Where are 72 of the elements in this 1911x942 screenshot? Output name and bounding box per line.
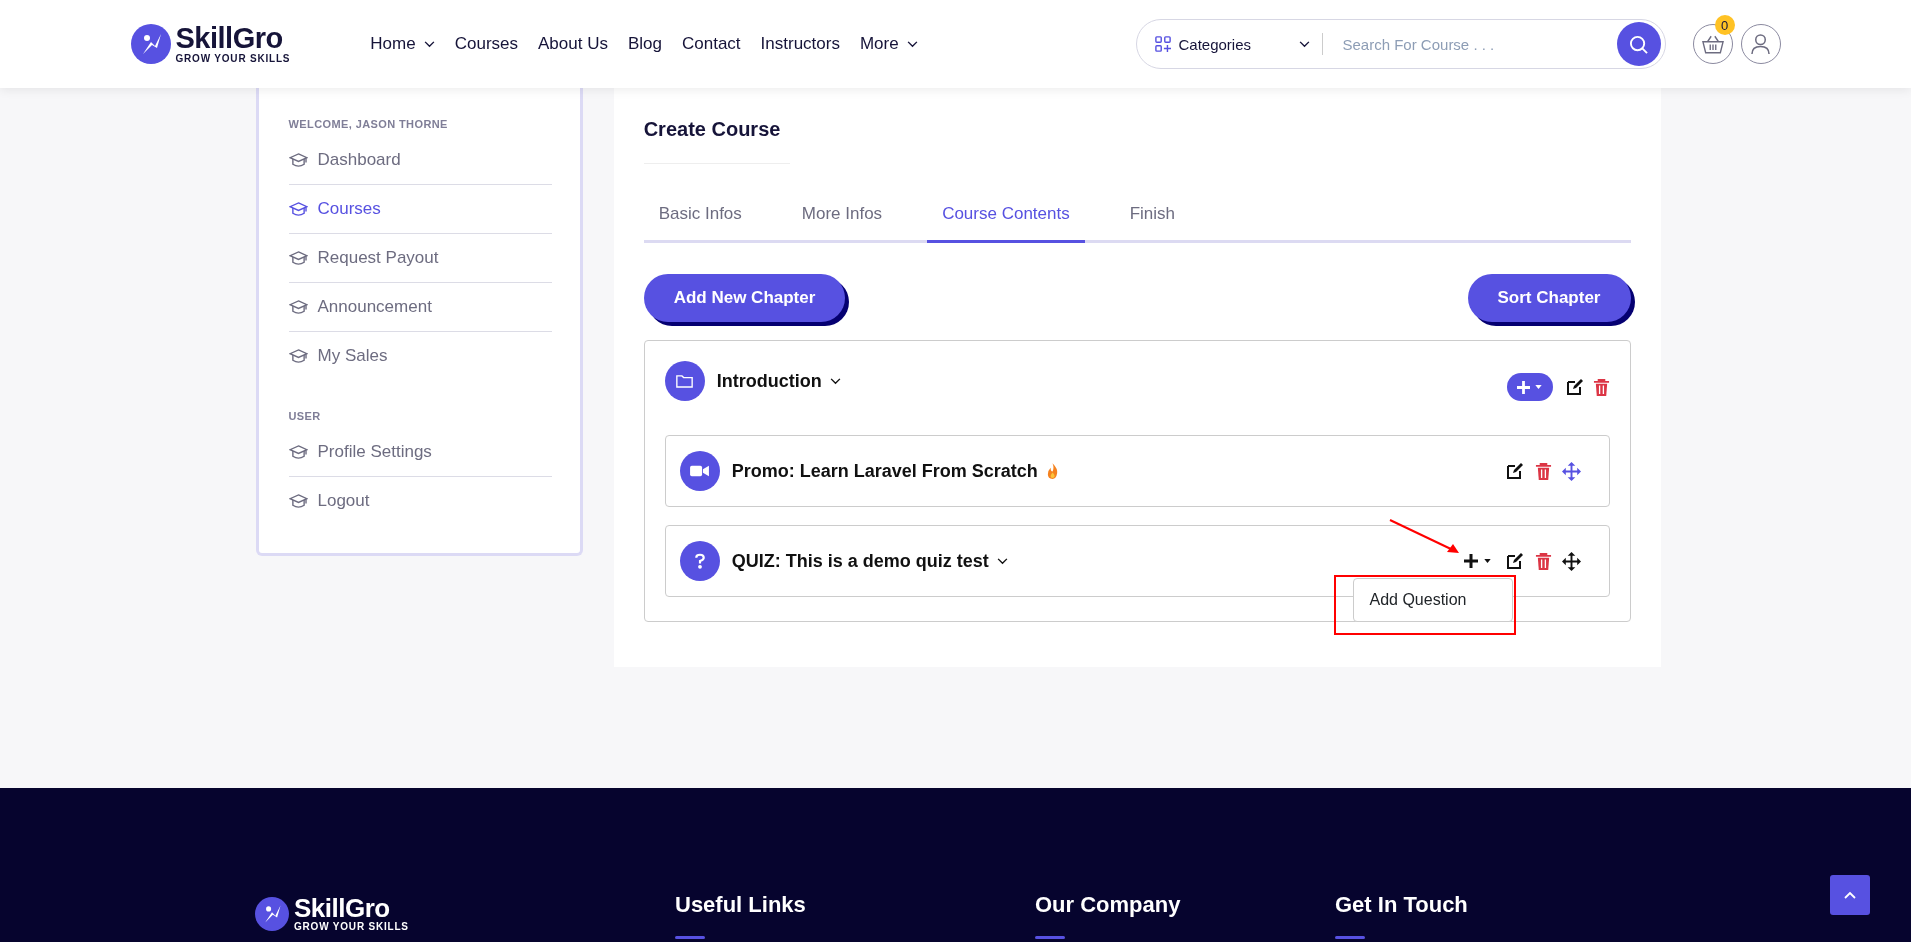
trash-icon[interactable] bbox=[1534, 551, 1552, 571]
caret-icon bbox=[1535, 385, 1542, 389]
basket-icon bbox=[1701, 34, 1724, 54]
lesson-title[interactable]: QUIZ: This is a demo quiz test bbox=[731, 550, 989, 572]
edit-icon[interactable] bbox=[1504, 461, 1525, 481]
edit-icon[interactable] bbox=[1564, 377, 1585, 397]
add-dropdown-button[interactable] bbox=[1463, 554, 1491, 568]
chevron-down-icon bbox=[829, 377, 841, 385]
video-icon bbox=[679, 451, 720, 491]
move-icon[interactable] bbox=[1561, 551, 1581, 571]
folder-icon bbox=[664, 361, 705, 401]
plus-icon bbox=[1517, 380, 1530, 394]
search-button[interactable] bbox=[1616, 22, 1661, 66]
nav-link[interactable]: Blog bbox=[627, 34, 662, 54]
logo-name: SkillGro bbox=[175, 24, 284, 53]
sidebar-heading: USER bbox=[288, 410, 322, 422]
chevron-down-icon bbox=[996, 557, 1008, 565]
graduation-cap-icon bbox=[288, 152, 308, 168]
sidebar-heading: WELCOME, JASON THORNE bbox=[288, 118, 449, 130]
question-icon bbox=[679, 541, 720, 581]
grid-icon bbox=[1154, 36, 1171, 52]
sidebar-item[interactable]: Dashboard bbox=[288, 136, 552, 185]
logo-icon bbox=[255, 896, 289, 931]
user-button[interactable] bbox=[1740, 24, 1781, 64]
chevron-down-icon bbox=[906, 40, 918, 48]
tab[interactable]: Finish bbox=[1114, 194, 1191, 243]
tab[interactable]: Course Contents bbox=[927, 194, 1085, 243]
nav-link[interactable]: Courses bbox=[454, 34, 518, 54]
graduation-cap-icon bbox=[288, 201, 308, 217]
logo-tagline: GROW YOUR SKILLS bbox=[175, 54, 291, 64]
tab[interactable]: Basic Infos bbox=[643, 194, 757, 243]
graduation-cap-icon bbox=[288, 299, 308, 315]
sidebar-item[interactable]: Profile Settings bbox=[288, 428, 552, 477]
sidebar-item[interactable]: Logout bbox=[288, 477, 552, 525]
graduation-cap-icon bbox=[288, 250, 308, 266]
chevron-down-icon bbox=[423, 40, 435, 48]
plus-icon bbox=[1463, 554, 1478, 568]
flame-icon bbox=[1045, 462, 1059, 480]
categories-dropdown[interactable]: Categories bbox=[1154, 35, 1310, 53]
caret-icon bbox=[1483, 559, 1491, 563]
graduation-cap-icon bbox=[288, 493, 308, 509]
sidebar-item[interactable]: Announcement bbox=[288, 283, 552, 332]
footer-heading: Get In Touch bbox=[1335, 892, 1468, 918]
trash-icon[interactable] bbox=[1534, 461, 1552, 481]
logo-name: SkillGro bbox=[294, 895, 390, 921]
logo-icon bbox=[130, 24, 171, 64]
nav-link[interactable]: Home bbox=[370, 34, 435, 54]
logo-tagline: GROW YOUR SKILLS bbox=[294, 922, 409, 932]
user-icon bbox=[1751, 33, 1770, 55]
sidebar-item[interactable]: Request Payout bbox=[288, 234, 552, 283]
footer-heading: Useful Links bbox=[675, 892, 806, 918]
chevron-up-icon bbox=[1844, 891, 1856, 899]
menu-item[interactable]: Add Question bbox=[1353, 585, 1512, 615]
sidebar-item[interactable]: My Sales bbox=[288, 332, 552, 380]
lesson-title[interactable]: Promo: Learn Laravel From Scratch bbox=[731, 460, 1038, 482]
nav-link[interactable]: Instructors bbox=[760, 34, 840, 54]
graduation-cap-icon bbox=[288, 444, 308, 460]
chapter-title[interactable]: Introduction bbox=[716, 370, 822, 392]
search-icon bbox=[1629, 34, 1648, 54]
search-input[interactable]: Search For Course . . . bbox=[1340, 34, 1617, 54]
chevron-down-icon bbox=[1298, 40, 1310, 48]
tab[interactable]: More Infos bbox=[786, 194, 898, 243]
footer-heading: Our Company bbox=[1035, 892, 1181, 918]
sidebar-item[interactable]: Courses bbox=[288, 185, 552, 234]
cart-count-badge: 0 bbox=[1714, 15, 1735, 35]
page-title: Create Course bbox=[643, 117, 782, 141]
trash-icon[interactable] bbox=[1592, 377, 1610, 397]
graduation-cap-icon bbox=[288, 348, 308, 364]
nav-link[interactable]: More bbox=[859, 34, 918, 54]
edit-icon[interactable] bbox=[1504, 551, 1525, 571]
nav-link[interactable]: Contact bbox=[682, 34, 741, 54]
nav-link[interactable]: About Us bbox=[538, 34, 608, 54]
